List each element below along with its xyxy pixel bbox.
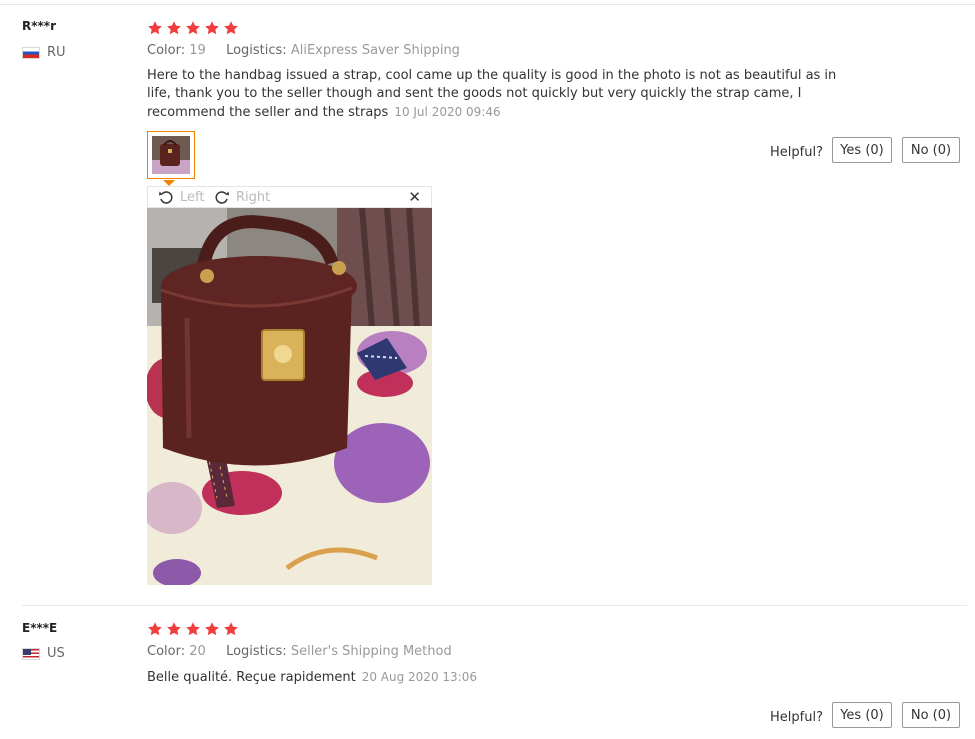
review-date: 20 Aug 2020 13:06	[361, 670, 477, 684]
logistics-value: AliExpress Saver Shipping	[290, 43, 460, 58]
rotate-left-button[interactable]: Left	[158, 189, 204, 205]
color-label: Color:	[147, 644, 186, 659]
star-icon	[167, 21, 181, 35]
handbag-photo-image	[147, 208, 432, 585]
review-meta: Color: 19 Logistics: AliExpress Saver Sh…	[147, 43, 460, 58]
star-icon	[224, 21, 238, 35]
star-icon	[148, 622, 162, 636]
rotate-left-icon	[159, 191, 173, 204]
review-text: Belle qualité. Reçue rapidement 20 Aug 20…	[147, 668, 852, 687]
helpful-yes-button[interactable]: Yes (0)	[832, 137, 892, 163]
review-text: Here to the handbag issued a strap, cool…	[147, 67, 852, 122]
reviewer-country: RU	[22, 45, 66, 60]
rotate-right-button[interactable]: Right	[214, 189, 270, 205]
star-icon	[167, 622, 181, 636]
star-rating	[147, 20, 242, 36]
country-code: US	[47, 646, 65, 661]
reviewer-name: R***r	[22, 19, 56, 33]
rotate-left-label: Left	[180, 189, 205, 205]
usa-flag-icon	[22, 647, 40, 660]
logistics-label: Logistics:	[226, 644, 287, 659]
review-photo	[147, 208, 432, 585]
logistics-label: Logistics:	[226, 43, 287, 58]
star-icon	[186, 622, 200, 636]
helpful-no-button[interactable]: No (0)	[902, 137, 960, 163]
helpful-label: Helpful?	[770, 710, 823, 725]
star-icon	[205, 21, 219, 35]
review-body: Belle qualité. Reçue rapidement	[147, 670, 356, 685]
russia-flag-icon	[22, 46, 40, 59]
color-value: 20	[189, 644, 206, 659]
star-icon	[186, 21, 200, 35]
helpful-no-button[interactable]: No (0)	[902, 702, 960, 728]
helpful-yes-button[interactable]: Yes (0)	[832, 702, 892, 728]
close-icon[interactable]: ✕	[408, 188, 421, 206]
rotate-right-icon	[215, 191, 229, 204]
helpful-label: Helpful?	[770, 145, 823, 160]
logistics-value: Seller's Shipping Method	[290, 644, 452, 659]
star-icon	[148, 21, 162, 35]
country-code: RU	[47, 45, 66, 60]
color-value: 19	[189, 43, 206, 58]
review-meta: Color: 20 Logistics: Seller's Shipping M…	[147, 644, 452, 659]
review-date: 10 Jul 2020 09:46	[394, 105, 501, 119]
review-item: E***E US Color: 20 Logistics: Seller's S…	[0, 606, 975, 739]
image-viewer-toolbar: Left Right ✕	[147, 186, 432, 208]
star-icon	[224, 622, 238, 636]
color-label: Color:	[147, 43, 186, 58]
reviewer-name: E***E	[22, 621, 58, 635]
handbag-thumbnail-image	[152, 136, 190, 174]
star-rating	[147, 621, 242, 637]
star-icon	[205, 622, 219, 636]
photo-thumbnail[interactable]	[147, 131, 195, 179]
reviewer-country: US	[22, 646, 65, 661]
rotate-right-label: Right	[236, 189, 271, 205]
review-item: R***r RU Color: 19 Logistics: AliExpress…	[0, 0, 975, 600]
